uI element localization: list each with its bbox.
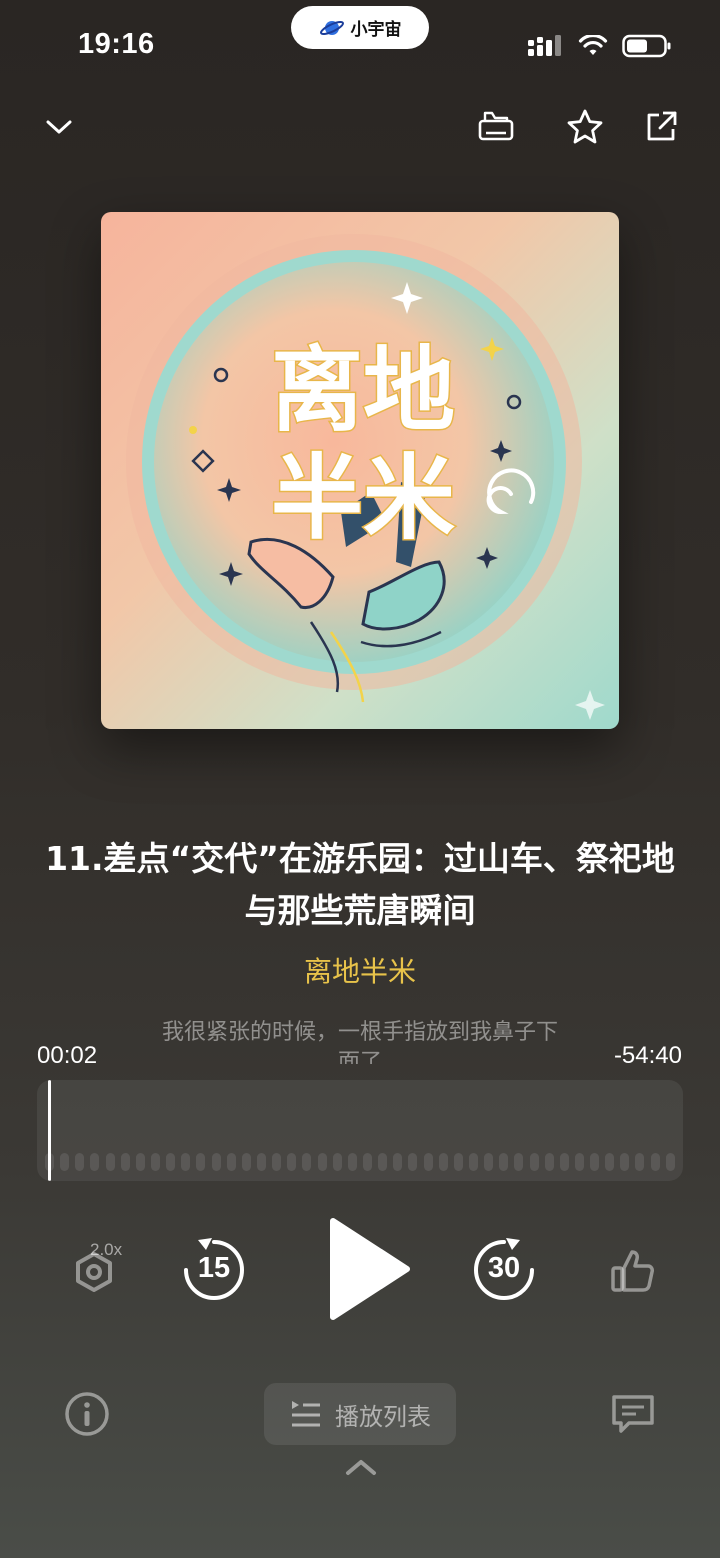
chevron-down-icon <box>46 120 72 134</box>
cover-text-line2: 半米 <box>271 445 455 552</box>
cover-art: 离地 半米 <box>101 212 619 729</box>
expand-sheet-button[interactable] <box>340 1452 382 1482</box>
collapse-button[interactable] <box>35 103 83 151</box>
waveform-bar <box>332 1153 342 1171</box>
waveform-bar <box>468 1153 478 1171</box>
waveform-bar <box>135 1153 145 1171</box>
waveform-bar <box>211 1153 221 1171</box>
status-time: 19:16 <box>78 28 155 60</box>
waveform-bar <box>590 1153 600 1171</box>
play-icon <box>330 1218 410 1320</box>
playlist-button[interactable]: 播放列表 <box>264 1383 456 1445</box>
like-button[interactable] <box>602 1240 664 1302</box>
waveform-bar <box>60 1153 70 1171</box>
waveform-bar <box>559 1153 569 1171</box>
signal-icon <box>528 35 561 56</box>
waveform-bar <box>393 1153 403 1171</box>
share-icon <box>647 111 677 141</box>
waveform-bar <box>574 1153 584 1171</box>
podcast-tray-icon <box>478 111 514 141</box>
wifi-icon <box>578 35 608 55</box>
waveform-bar <box>544 1153 554 1171</box>
cover-illustration: 离地 半米 <box>126 234 605 720</box>
waveform-bar <box>408 1153 418 1171</box>
waveform-bar <box>453 1153 463 1171</box>
share-button[interactable] <box>637 103 685 151</box>
waveform-bar <box>181 1153 191 1171</box>
waveform-bar <box>150 1153 160 1171</box>
info-button[interactable] <box>61 1388 113 1440</box>
speed-label: 2.0x <box>90 1240 123 1259</box>
current-time: 00:02 <box>37 1042 98 1069</box>
planet-icon <box>319 20 344 35</box>
waveform-bar <box>484 1153 494 1171</box>
waveform-bar <box>302 1153 312 1171</box>
comment-icon <box>612 1395 654 1433</box>
waveform-bar <box>514 1153 524 1171</box>
status-icons <box>528 34 672 58</box>
waveform-bar <box>650 1153 660 1171</box>
waveform-bar <box>438 1153 448 1171</box>
rewind-15-button[interactable]: 15 <box>178 1232 250 1308</box>
waveform-bar <box>226 1153 236 1171</box>
episode-title: 11.差点“交代”在游乐园：过山车、祭祀地与那些荒唐瞬间 <box>45 839 675 930</box>
remaining-time: -54:40 <box>613 1042 682 1069</box>
playlist-label: 播放列表 <box>335 1402 431 1431</box>
waveform-bar <box>347 1153 357 1171</box>
waveform-bar <box>378 1153 388 1171</box>
waveform-bar <box>317 1153 327 1171</box>
waveform-bar <box>423 1153 433 1171</box>
play-button[interactable] <box>310 1208 420 1330</box>
star-icon <box>567 109 603 144</box>
waveform-bar <box>605 1153 615 1171</box>
waveform-bar <box>665 1153 675 1171</box>
podcast-tray-button[interactable] <box>472 103 520 151</box>
progress-waveform[interactable] <box>37 1080 683 1181</box>
waveform-bar <box>529 1153 539 1171</box>
transcript-line: 我很紧张的时候，一根手指放到我鼻子下 <box>161 1020 558 1045</box>
waveform-bars <box>45 1153 675 1173</box>
waveform-bar <box>196 1153 206 1171</box>
playlist-icon <box>292 1401 320 1427</box>
waveform-bar <box>499 1153 509 1171</box>
cover-text-line1: 离地 <box>271 337 455 444</box>
app-pill[interactable]: 小宇宙 <box>291 6 429 49</box>
forward-label: 30 <box>487 1252 521 1284</box>
waveform-bar <box>256 1153 266 1171</box>
app-pill-label: 小宇宙 <box>350 20 402 40</box>
chevron-up-icon <box>346 1460 376 1475</box>
info-icon <box>65 1392 109 1436</box>
waveform-bar <box>635 1153 645 1171</box>
forward-30-button[interactable]: 30 <box>468 1232 540 1308</box>
waveform-bar <box>90 1153 100 1171</box>
waveform-bar <box>362 1153 372 1171</box>
waveform-bar <box>241 1153 251 1171</box>
rewind-label: 15 <box>197 1252 231 1284</box>
favorite-button[interactable] <box>561 103 609 151</box>
waveform-bar <box>272 1153 282 1171</box>
transcript-snippet[interactable]: 我很紧张的时候，一根手指放到我鼻子下 面了 <box>100 1018 620 1064</box>
waveform-bar <box>166 1153 176 1171</box>
waveform-bar <box>620 1153 630 1171</box>
waveform-bar <box>105 1153 115 1171</box>
podcast-name-link[interactable]: 离地半米 <box>0 950 720 990</box>
comments-button[interactable] <box>607 1388 659 1440</box>
transcript-line: 面了 <box>337 1050 382 1064</box>
speed-button[interactable]: 2.0x <box>60 1236 132 1304</box>
waveform-bar <box>287 1153 297 1171</box>
waveform-bar <box>120 1153 130 1171</box>
playhead-handle[interactable] <box>48 1080 51 1181</box>
waveform-bar <box>75 1153 85 1171</box>
thumbs-up-icon <box>611 1250 654 1292</box>
battery-icon <box>622 34 671 58</box>
